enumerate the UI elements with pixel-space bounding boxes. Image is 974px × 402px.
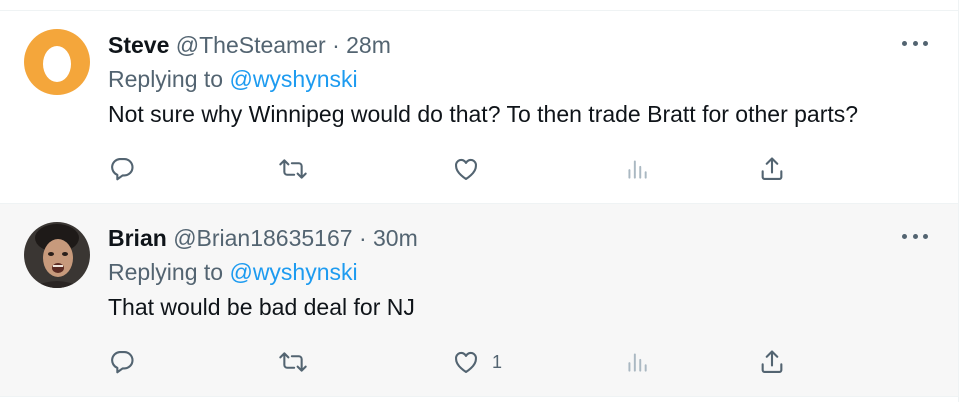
user-handle[interactable]: @Brian18635167	[173, 225, 352, 251]
like-button[interactable]: 1	[452, 346, 502, 378]
more-icon	[912, 233, 918, 239]
retweet-icon	[279, 352, 307, 372]
replying-label: Replying to	[108, 259, 230, 285]
like-icon	[455, 158, 477, 180]
mention-link[interactable]: @wyshynski	[229, 66, 357, 92]
replying-to: Replying to @wyshynski	[108, 258, 358, 286]
tweet-header: Steve @TheSteamer · 28m	[108, 31, 391, 59]
views-icon	[628, 160, 647, 179]
more-options-button[interactable]	[902, 230, 928, 242]
reply-feed: Steve @TheSteamer · 28m Replying to @wys…	[0, 0, 959, 402]
tweet-header: Brian @Brian18635167 · 30m	[108, 224, 418, 252]
more-icon	[912, 40, 918, 46]
more-icon	[923, 40, 928, 46]
avatar[interactable]	[24, 29, 90, 95]
more-icon	[923, 233, 928, 239]
share-button[interactable]	[758, 153, 786, 185]
like-count: 1	[492, 351, 503, 372]
like-icon	[455, 351, 477, 373]
reply-icon	[111, 158, 134, 181]
avatar[interactable]	[24, 222, 90, 288]
display-name[interactable]: Brian	[108, 225, 167, 251]
like-button[interactable]	[452, 153, 492, 185]
timestamp[interactable]: 30m	[373, 225, 418, 251]
reply-button[interactable]	[108, 153, 136, 185]
replying-to: Replying to @wyshynski	[108, 65, 358, 93]
tweet-text: That would be bad deal for NJ	[108, 294, 415, 320]
share-icon	[761, 157, 783, 180]
share-icon	[761, 350, 783, 373]
mention-link[interactable]: @wyshynski	[229, 259, 357, 285]
reply-button[interactable]	[108, 346, 136, 378]
separator: ·	[332, 32, 340, 58]
more-icon	[902, 40, 907, 46]
egg-avatar-icon	[24, 29, 90, 95]
action-bar: 1	[108, 346, 808, 378]
tweet-text: Not sure why Winnipeg would do that? To …	[108, 101, 859, 127]
replying-label: Replying to	[108, 66, 230, 92]
views-button[interactable]	[624, 346, 650, 378]
photo-avatar-icon	[24, 222, 90, 288]
separator: ·	[358, 225, 367, 251]
tweet[interactable]: Steve @TheSteamer · 28m Replying to @wys…	[0, 11, 958, 204]
retweet-icon	[279, 159, 307, 179]
display-name[interactable]: Steve	[108, 32, 169, 58]
views-button[interactable]	[624, 153, 650, 185]
share-button[interactable]	[758, 346, 786, 378]
more-icon	[902, 233, 907, 239]
user-handle[interactable]: @TheSteamer	[176, 32, 326, 58]
views-icon	[628, 353, 647, 372]
reply-icon	[111, 351, 134, 374]
retweet-button[interactable]	[278, 153, 308, 185]
more-options-button[interactable]	[902, 37, 928, 49]
timestamp[interactable]: 28m	[346, 32, 391, 58]
action-bar	[108, 153, 808, 185]
tweet[interactable]: Brian @Brian18635167 · 30m Replying to @…	[0, 204, 958, 397]
retweet-button[interactable]	[278, 346, 308, 378]
